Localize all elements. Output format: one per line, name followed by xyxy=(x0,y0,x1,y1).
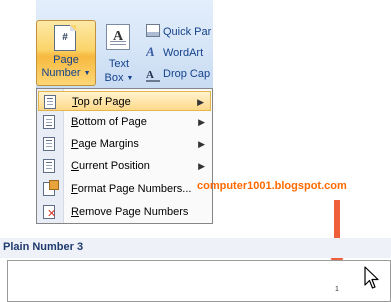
watermark-text: computer1001.blogspot.com xyxy=(197,180,347,192)
text-box-label-line1: Text xyxy=(108,58,130,70)
page-number-menu: Top of Page ▶ Bottom of Page ▶ Page Marg… xyxy=(36,88,213,224)
menu-item-remove-page-numbers[interactable]: Remove Page Numbers xyxy=(38,202,211,222)
page-number-label-line1: Page xyxy=(53,54,79,66)
quick-parts-label: Quick Par xyxy=(163,26,212,38)
page-number-icon: # xyxy=(54,25,76,51)
wordart-button[interactable]: A WordArt xyxy=(146,43,213,63)
menu-item-label: Current Position xyxy=(71,160,150,172)
top-of-page-icon xyxy=(44,95,56,109)
text-box-label-line2: Box ▼ xyxy=(104,72,134,84)
current-position-icon xyxy=(43,159,55,173)
drop-cap-icon: A xyxy=(146,68,160,82)
ribbon-group-header-footer: # Page Number ▼ A Text Box ▼ Quick Par A… xyxy=(36,0,213,89)
quick-parts-button[interactable]: Quick Par xyxy=(146,22,213,42)
text-box-button[interactable]: A Text Box ▼ xyxy=(100,20,138,86)
submenu-arrow-icon: ▶ xyxy=(198,139,205,149)
quick-parts-icon xyxy=(146,24,160,37)
page-number-button[interactable]: # Page Number ▼ xyxy=(36,20,96,86)
menu-item-top-of-page[interactable]: Top of Page ▶ xyxy=(38,91,211,111)
menu-item-label: Page Margins xyxy=(71,138,139,150)
chevron-down-icon: ▼ xyxy=(83,70,91,77)
remove-page-numbers-icon xyxy=(43,205,56,220)
wordart-label: WordArt xyxy=(163,47,204,59)
gallery-header: Plain Number 3 xyxy=(0,238,391,258)
submenu-arrow-icon: ▶ xyxy=(197,97,204,107)
bottom-of-page-icon xyxy=(43,115,55,129)
menu-item-label: Format Page Numbers... xyxy=(71,183,192,195)
chevron-down-icon: ▼ xyxy=(126,75,134,82)
page-margins-icon xyxy=(43,137,55,151)
gallery-title: Plain Number 3 xyxy=(3,241,84,253)
menu-item-bottom-of-page[interactable]: Bottom of Page ▶ xyxy=(38,112,211,132)
drop-cap-label: Drop Cap xyxy=(163,68,211,80)
submenu-arrow-icon: ▶ xyxy=(198,117,205,127)
mouse-cursor-icon xyxy=(364,266,379,289)
format-page-numbers-icon xyxy=(43,180,59,196)
menu-item-current-position[interactable]: Current Position ▶ xyxy=(38,156,211,176)
menu-item-label: Remove Page Numbers xyxy=(71,206,189,218)
gallery-preview-plain-number-3[interactable] xyxy=(7,260,391,302)
submenu-arrow-icon: ▶ xyxy=(198,161,205,171)
drop-cap-button[interactable]: A Drop Cap xyxy=(146,64,213,84)
page-number-label-line2: Number ▼ xyxy=(41,67,91,79)
text-box-icon: A xyxy=(106,24,130,50)
menu-item-label: Top of Page xyxy=(72,96,131,108)
menu-item-format-page-numbers[interactable]: Format Page Numbers... xyxy=(38,179,211,199)
menu-item-label: Bottom of Page xyxy=(71,116,147,128)
preview-page-number: 1 xyxy=(335,286,339,293)
menu-item-page-margins[interactable]: Page Margins ▶ xyxy=(38,134,211,154)
wordart-icon: A xyxy=(146,44,155,59)
